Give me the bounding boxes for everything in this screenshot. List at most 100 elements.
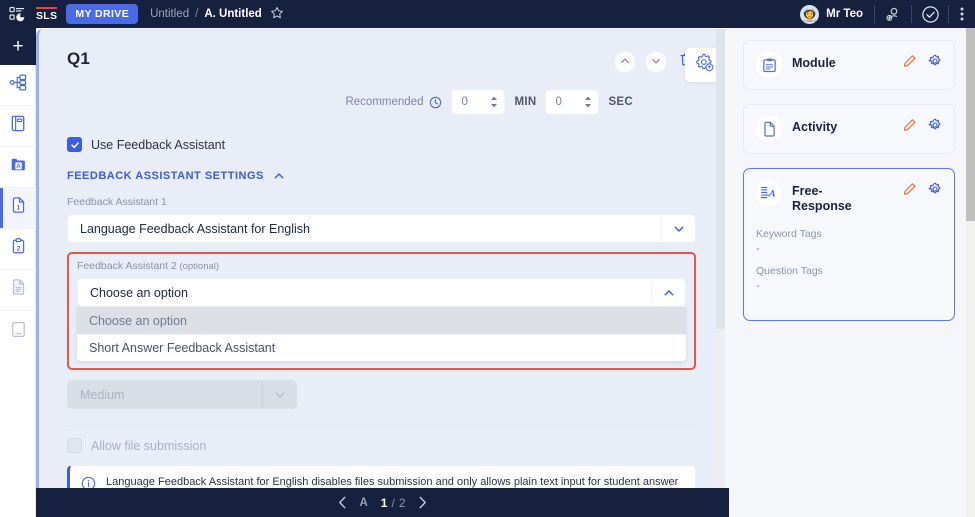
recommended-label: Recommended (345, 96, 424, 108)
sls-app-logo-icon[interactable] (6, 4, 28, 24)
kebab-menu-icon[interactable] (949, 0, 975, 28)
star-bookmark-icon[interactable] (270, 6, 284, 23)
sidebar-item-book[interactable] (0, 311, 36, 352)
gear-icon[interactable] (928, 182, 942, 196)
module-card-title: Module (792, 56, 836, 70)
content-scrollbar-thumb[interactable] (716, 29, 725, 329)
sidebar-item-notebook[interactable] (0, 106, 36, 147)
module-card[interactable]: Module (743, 40, 955, 90)
info-banner: Language Feedback Assistant for English … (67, 465, 696, 488)
sidebar-item-assignment[interactable]: A (0, 147, 36, 188)
pagination-bar: A 1 / 2 (36, 488, 729, 517)
stepper-arrows-icon[interactable] (584, 96, 592, 108)
free-response-card-header: A Free-Response (756, 180, 942, 214)
add-person-icon[interactable] (875, 0, 911, 28)
allow-file-submission-checkbox (67, 438, 82, 453)
clipboard-two-icon: 2 (9, 237, 28, 261)
user-name: Mr Teo (826, 8, 863, 20)
question-actions (614, 49, 696, 73)
total-pages: 2 (398, 495, 406, 510)
folder-a-icon: A (9, 155, 28, 179)
assistant2-value: Choose an option (90, 285, 188, 300)
length-select: Medium (67, 380, 297, 409)
minutes-unit-label: MIN (514, 96, 537, 108)
content-scrollbar[interactable] (716, 29, 725, 488)
chevron-left-icon[interactable] (326, 496, 359, 509)
pencil-icon[interactable] (903, 118, 917, 132)
module-card-actions (903, 52, 942, 68)
chevron-down-icon (262, 381, 296, 408)
allow-file-submission-row: Allow file submission (67, 438, 696, 453)
file-icon (756, 116, 782, 142)
notebook-icon (9, 114, 28, 138)
free-response-card[interactable]: A Free-Response Keyword Tags - Question … (743, 168, 955, 321)
use-feedback-assistant-row[interactable]: Use Feedback Assistant (67, 137, 696, 152)
use-feedback-assistant-checkbox[interactable] (67, 137, 82, 152)
keyword-tags-label: Keyword Tags (756, 227, 822, 240)
dropdown-option-choose[interactable]: Choose an option (77, 307, 686, 334)
gear-icon[interactable] (928, 54, 942, 68)
assistant2-label-text: Feedback Assistant 2 (77, 260, 177, 272)
minutes-stepper[interactable]: 0 (451, 89, 506, 115)
move-down-button[interactable] (645, 51, 667, 73)
sidebar-item-page-1[interactable]: 1 (0, 188, 36, 229)
chevron-up-icon[interactable] (651, 279, 685, 306)
svg-text:1: 1 (16, 205, 20, 212)
feedback-settings-header[interactable]: FEEDBACK ASSISTANT SETTINGS (67, 170, 696, 182)
page-scrollbar-thumb[interactable] (966, 28, 975, 221)
assistant1-label: Feedback Assistant 1 (67, 196, 167, 208)
top-bar: SLS MY DRIVE Untitled / A. Untitled 👩‍🚀 … (0, 0, 975, 28)
question-header: Q1 (67, 49, 696, 73)
breadcrumb-current[interactable]: A. Untitled (204, 8, 262, 20)
breadcrumb-root[interactable]: Untitled (150, 8, 189, 20)
chevron-up-icon[interactable] (273, 170, 285, 182)
chevron-right-icon[interactable] (406, 496, 439, 509)
my-drive-button[interactable]: MY DRIVE (66, 4, 139, 24)
user-profile[interactable]: 👩‍🚀 Mr Teo (800, 4, 874, 24)
info-banner-text: Language Feedback Assistant for English … (106, 476, 679, 488)
chevron-up-icon (620, 53, 630, 71)
question-editor-body: Q1 Recommended 0 MIN 0 SEC Use Feedback … (39, 29, 724, 488)
seconds-value: 0 (555, 96, 562, 108)
stepper-arrows-icon[interactable] (490, 96, 498, 108)
sidebar-item-clipboard-2[interactable]: 2 (0, 229, 36, 270)
page-scrollbar[interactable] (966, 28, 975, 517)
pagination-controls: A 1 / 2 (326, 496, 438, 510)
clock-icon (429, 96, 442, 109)
divider (67, 425, 696, 426)
svg-text:2: 2 (16, 245, 20, 252)
activity-card-actions (903, 116, 942, 132)
chevron-down-icon[interactable] (661, 215, 695, 242)
sidebar-item-document[interactable] (0, 270, 36, 311)
activity-card-title: Activity (792, 120, 838, 134)
question-tags-value: - (756, 279, 760, 292)
free-response-card-title: Free-Response (792, 184, 852, 213)
svg-text:A: A (16, 163, 21, 170)
breadcrumb-separator: / (195, 8, 199, 20)
dropdown-option-short-answer[interactable]: Short Answer Feedback Assistant (77, 334, 686, 361)
activity-card-header: Activity (756, 116, 942, 142)
section-label[interactable]: A (359, 497, 380, 509)
check-circle-icon[interactable] (912, 0, 948, 28)
module-card-header: Module (756, 52, 942, 78)
assistant2-highlight-box: Feedback Assistant 2 (optional) Choose a… (67, 252, 696, 370)
gear-icon[interactable] (928, 118, 942, 132)
activity-card[interactable]: Activity (743, 104, 955, 154)
clipboard-icon (756, 52, 782, 78)
move-up-button[interactable] (614, 51, 636, 73)
recommended-duration-row: Recommended 0 MIN 0 SEC (67, 89, 696, 115)
allow-file-submission-label: Allow file submission (91, 438, 207, 453)
book-icon (9, 320, 28, 344)
pencil-icon[interactable] (903, 182, 917, 196)
sls-logo-text: SLS (36, 6, 58, 22)
pencil-icon[interactable] (903, 54, 917, 68)
length-value: Medium (80, 387, 125, 402)
add-button[interactable]: + (0, 28, 36, 65)
assistant2-select[interactable]: Choose an option (77, 278, 686, 307)
app-root: SLS MY DRIVE Untitled / A. Untitled 👩‍🚀 … (0, 0, 975, 517)
sidebar-item-structure[interactable] (0, 65, 36, 106)
free-response-card-actions (903, 180, 942, 196)
assistant1-select[interactable]: Language Feedback Assistant for English (67, 214, 696, 243)
avatar: 👩‍🚀 (800, 4, 820, 24)
seconds-stepper[interactable]: 0 (545, 89, 600, 115)
